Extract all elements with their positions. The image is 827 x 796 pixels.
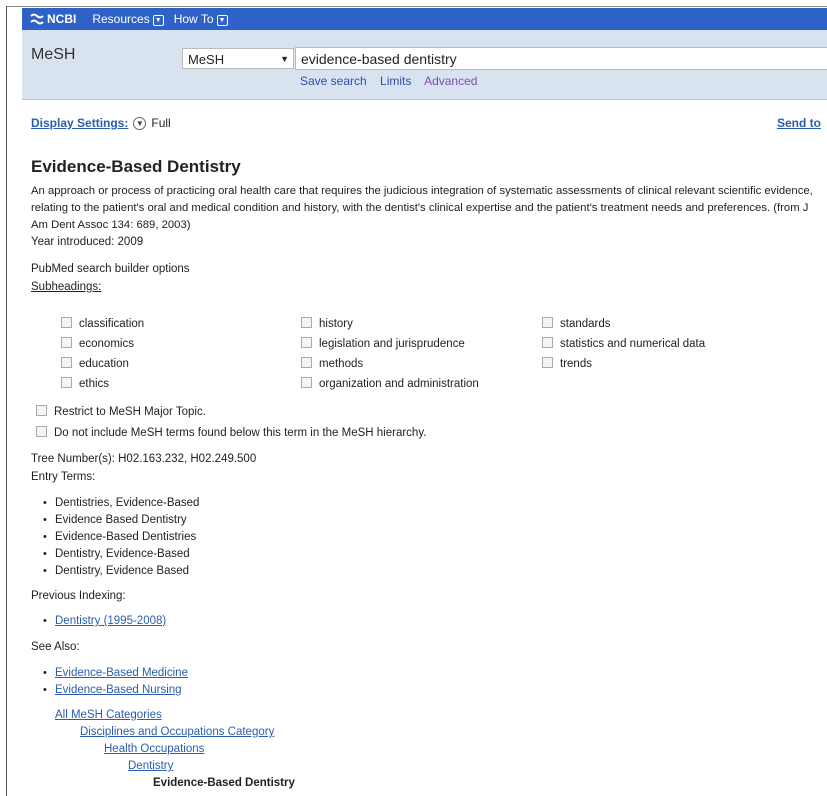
checkbox[interactable] (301, 337, 312, 348)
exclude-below-option[interactable]: Do not include MeSH terms found below th… (36, 426, 426, 439)
tree-numbers: Tree Number(s): H02.163.232, H02.249.500 (31, 453, 257, 465)
display-settings-link[interactable]: Display Settings: (31, 116, 128, 130)
subheadings-column-1: classification economics education ethic… (61, 316, 144, 396)
subheading-option[interactable]: statistics and numerical data (542, 336, 705, 356)
database-select-value: MeSH (188, 52, 225, 67)
ncbi-topbar: NCBI Resources ▼ How To ▼ (22, 8, 827, 30)
tree-link-dentistry[interactable]: Dentistry (128, 760, 173, 772)
see-also-link[interactable]: Evidence-Based Nursing (55, 684, 182, 696)
subheading-option[interactable]: trends (542, 356, 705, 376)
chevron-down-icon: ▼ (152, 14, 164, 26)
entry-terms-list: Dentistries, Evidence-Based Evidence Bas… (41, 495, 199, 580)
subheading-option[interactable]: economics (61, 336, 144, 356)
subheading-option[interactable]: organization and administration (301, 376, 479, 396)
chevron-down-icon[interactable]: ▼ (133, 116, 147, 130)
resources-label: Resources (92, 12, 150, 26)
display-settings: Display Settings: ▼ Full (31, 116, 171, 130)
chevron-down-icon: ▼ (216, 14, 228, 26)
list-item: Dentistries, Evidence-Based (41, 495, 199, 512)
howto-label: How To (173, 12, 214, 26)
send-to-link[interactable]: Send to (777, 116, 821, 130)
subheading-label: legislation and jurisprudence (319, 338, 465, 350)
subheading-label: economics (79, 338, 134, 350)
checkbox[interactable] (61, 337, 72, 348)
list-item: Dentistry, Evidence Based (41, 563, 199, 580)
checkbox[interactable] (301, 317, 312, 328)
list-item: Evidence-Based Medicine (41, 665, 188, 682)
year-introduced: Year introduced: 2009 (31, 236, 144, 248)
restrict-major-label: Restrict to MeSH Major Topic. (54, 406, 206, 418)
list-item: Evidence-Based Dentistries (41, 529, 199, 546)
previous-indexing-list: Dentistry (1995-2008) (41, 613, 166, 630)
checkbox[interactable] (542, 317, 553, 328)
subheading-label: methods (319, 358, 364, 370)
subheading-option[interactable]: methods (301, 356, 479, 376)
frame-top-border (6, 6, 827, 7)
record-description: An approach or process of practicing ora… (31, 185, 813, 231)
see-also-label: See Also: (31, 641, 80, 653)
subheading-label: education (79, 358, 129, 370)
subheading-label: standards (560, 318, 611, 330)
ncbi-logo-icon (30, 13, 44, 25)
subheading-label: ethics (79, 378, 110, 390)
checkbox[interactable] (36, 405, 47, 416)
subheading-label: statistics and numerical data (560, 338, 706, 350)
list-item: Dentistry (1995-2008) (41, 613, 166, 630)
tree-current-term: Evidence-Based Dentistry (153, 777, 295, 789)
checkbox[interactable] (542, 357, 553, 368)
howto-menu[interactable]: How To ▼ (174, 12, 228, 26)
advanced-link[interactable]: Advanced (424, 74, 477, 88)
subheading-option[interactable]: ethics (61, 376, 144, 396)
exclude-below-label: Do not include MeSH terms found below th… (54, 427, 427, 439)
subheading-label: history (319, 318, 353, 330)
see-also-link[interactable]: Evidence-Based Medicine (55, 667, 188, 679)
checkbox[interactable] (301, 377, 312, 388)
subheading-label: classification (79, 318, 145, 330)
checkbox[interactable] (542, 337, 553, 348)
subheadings-link[interactable]: Subheadings: (31, 281, 101, 293)
checkbox[interactable] (61, 377, 72, 388)
database-name: MeSH (31, 46, 76, 63)
subheadings-column-3: standards statistics and numerical data … (542, 316, 705, 376)
subheading-label: organization and administration (319, 378, 479, 390)
entry-terms-label: Entry Terms: (31, 471, 96, 483)
see-also-list: Evidence-Based Medicine Evidence-Based N… (41, 665, 188, 699)
checkbox[interactable] (61, 357, 72, 368)
search-bar: MeSH MeSH ▼ evidence-based dentistry Sav… (22, 30, 827, 100)
restrict-major-option[interactable]: Restrict to MeSH Major Topic. (36, 405, 206, 418)
checkbox[interactable] (61, 317, 72, 328)
subheading-option[interactable]: standards (542, 316, 705, 336)
search-input[interactable]: evidence-based dentistry (295, 47, 827, 70)
display-format: Full (151, 116, 171, 130)
limits-link[interactable]: Limits (380, 74, 411, 88)
tree-link-health-occupations[interactable]: Health Occupations (104, 743, 204, 755)
subheading-label: trends (560, 358, 592, 370)
previous-indexing-link[interactable]: Dentistry (1995-2008) (55, 615, 166, 627)
subheading-option[interactable]: education (61, 356, 144, 376)
ncbi-logo-text: NCBI (47, 12, 77, 26)
list-item: Evidence-Based Nursing (41, 682, 188, 699)
list-item: Evidence Based Dentistry (41, 512, 199, 529)
database-select[interactable]: MeSH ▼ (182, 48, 294, 69)
tree-link-all-categories[interactable]: All MeSH Categories (55, 709, 162, 721)
resources-menu[interactable]: Resources ▼ (92, 12, 164, 26)
list-item: Dentistry, Evidence-Based (41, 546, 199, 563)
subheading-option[interactable]: history (301, 316, 479, 336)
record-title: Evidence-Based Dentistry (31, 157, 241, 176)
dropdown-arrow-icon: ▼ (280, 54, 289, 64)
subheading-option[interactable]: classification (61, 316, 144, 336)
tree-link-disciplines[interactable]: Disciplines and Occupations Category (80, 726, 274, 738)
previous-indexing-label: Previous Indexing: (31, 590, 126, 602)
search-links: Save search Limits Advanced (300, 74, 487, 88)
subheading-option[interactable]: legislation and jurisprudence (301, 336, 479, 356)
search-builder-label: PubMed search builder options (31, 263, 190, 275)
checkbox[interactable] (36, 426, 47, 437)
checkbox[interactable] (301, 357, 312, 368)
ncbi-logo[interactable]: NCBI (30, 12, 76, 26)
frame-left-border (6, 6, 7, 796)
save-search-link[interactable]: Save search (300, 74, 367, 88)
subheadings-column-2: history legislation and jurisprudence me… (301, 316, 479, 396)
